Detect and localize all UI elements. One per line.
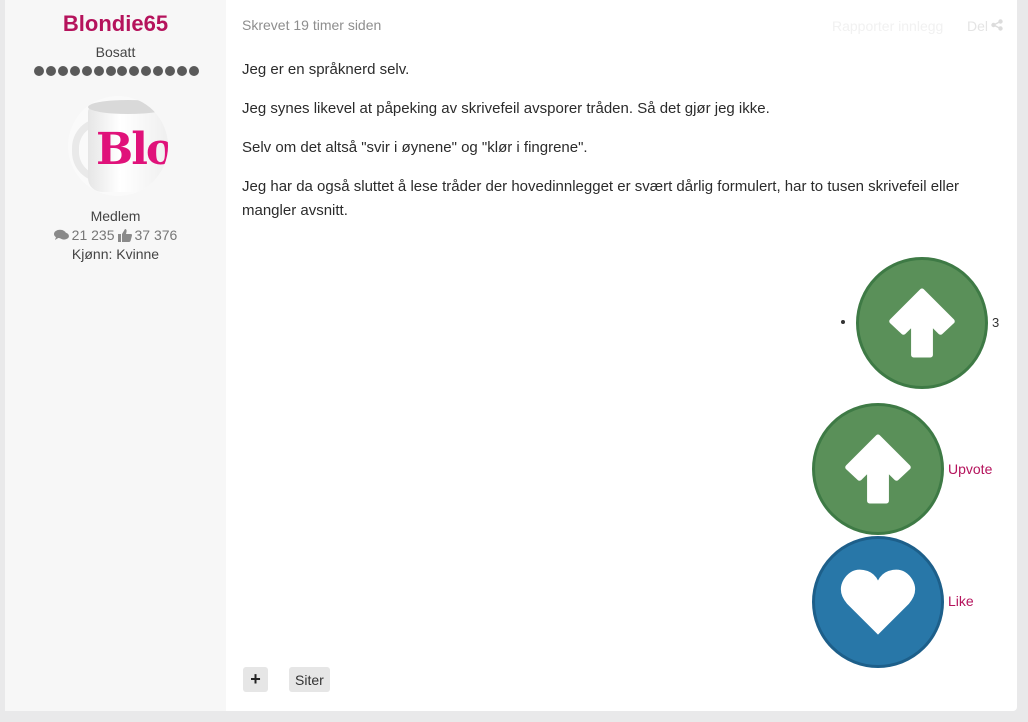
- share-label: Del: [967, 18, 989, 34]
- rank-dots: [34, 66, 199, 78]
- heart-icon: [840, 569, 916, 635]
- multiquote-button[interactable]: +: [243, 667, 268, 692]
- report-post-link[interactable]: Rapporter innlegg: [832, 18, 943, 34]
- arrow-up-icon: [889, 288, 955, 358]
- author-role: Medlem: [90, 208, 141, 224]
- like-button[interactable]: Like: [948, 593, 974, 609]
- share-link[interactable]: Del: [967, 18, 1003, 34]
- post-paragraph: Jeg synes likevel at påpeking av skrivef…: [242, 100, 770, 117]
- upvote-count: 3: [992, 315, 1000, 330]
- quote-button[interactable]: Siter: [289, 667, 330, 692]
- upvote-button[interactable]: Upvote: [948, 461, 992, 477]
- rank-dot: [69, 66, 80, 76]
- post-timestamp[interactable]: Skrevet 19 timer siden: [242, 17, 381, 33]
- rank-dot: [81, 66, 92, 76]
- rank-dot: [34, 66, 44, 76]
- thumbs-up-icon: [117, 228, 132, 242]
- likes-count: 37 376: [134, 227, 178, 243]
- post-paragraph: Selv om det altså "svir i øynene" og "kl…: [242, 139, 588, 156]
- author-stats: 21 235 37 376: [5, 227, 226, 243]
- rank-dot: [45, 66, 56, 76]
- rank-dot: [188, 66, 199, 76]
- post-body: Jeg er en språknerd selv. Jeg synes like…: [242, 58, 1002, 238]
- avatar-text: Blo: [96, 124, 168, 175]
- rank-dot: [117, 66, 128, 76]
- share-icon: [991, 18, 1003, 34]
- like-button-icon[interactable]: [812, 536, 944, 668]
- posts-count: 21 235: [71, 227, 115, 243]
- author-location: Bosatt: [95, 44, 136, 60]
- author-sidebar: Blondie65 Bosatt Blo Medlem 21 235 37 37…: [5, 0, 226, 711]
- rank-dot: [93, 66, 104, 76]
- upvote-reaction-icon[interactable]: [856, 257, 988, 389]
- upvote-button-icon[interactable]: [812, 403, 944, 535]
- arrow-up-icon: [845, 434, 911, 504]
- mug-rim: [88, 100, 168, 114]
- rank-dot: [177, 66, 188, 76]
- rank-dot: [129, 66, 140, 76]
- post-paragraph: Jeg har da også sluttet å lese tråder de…: [242, 178, 960, 219]
- rank-dot: [165, 66, 176, 76]
- comments-icon: [53, 229, 69, 241]
- rank-dot: [141, 66, 152, 76]
- rank-dot: [153, 66, 164, 76]
- post-paragraph: Jeg er en språknerd selv.: [242, 61, 410, 78]
- author-gender: Kjønn: Kvinne: [71, 246, 160, 262]
- author-username[interactable]: Blondie65: [5, 11, 226, 37]
- rank-dot: [105, 66, 116, 76]
- reaction-bullet: [841, 320, 845, 324]
- rank-dot: [57, 66, 68, 76]
- avatar[interactable]: Blo: [68, 96, 168, 196]
